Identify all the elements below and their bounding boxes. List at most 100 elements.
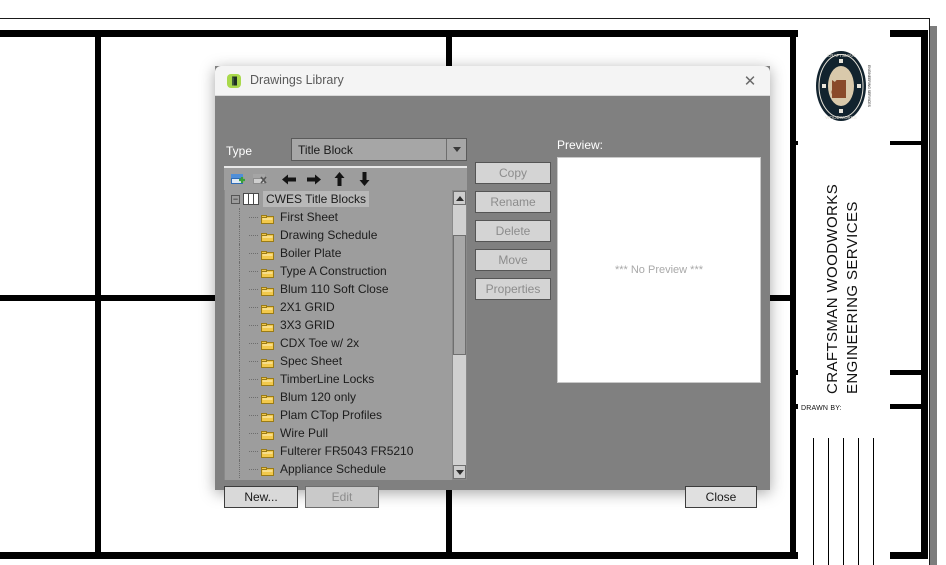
tree-guide-line — [239, 460, 240, 478]
tree-item-label: Drawing Schedule — [280, 228, 377, 242]
chevron-down-icon[interactable] — [446, 139, 466, 160]
tree-item-label: TimberLine Locks — [280, 372, 374, 386]
tree-item[interactable]: Fulterer FR5043 FR5210 — [225, 442, 452, 460]
tree-guide-dash — [249, 253, 258, 254]
svg-text:WOODWORKS: WOODWORKS — [825, 115, 857, 120]
tree-guide-line — [239, 406, 240, 424]
titleblock-company-cell: CRAFTSMAN WOODWORKS ENGINEERING SERVICES — [798, 142, 890, 402]
titleblock-logo-cell: CRAFTSMAN WOODWORKS ENGINEERING SERVICES — [798, 30, 890, 142]
arrow-down-icon[interactable] — [355, 170, 373, 188]
folder-icon — [261, 231, 274, 240]
tree-item[interactable]: 2X1 GRID — [225, 298, 452, 316]
dialog-body: Type Title Block — [215, 96, 770, 490]
svg-text:CRAFTSMAN: CRAFTSMAN — [827, 53, 855, 58]
tree-guide-dash — [249, 307, 258, 308]
close-icon[interactable]: ✕ — [738, 70, 762, 92]
tree-item[interactable]: Blum 110 Soft Close — [225, 280, 452, 298]
tree-item[interactable]: Wire Pull — [225, 424, 452, 442]
drawings-tree[interactable]: − CWES Title Blocks First Sheet Drawing S… — [224, 190, 452, 480]
frame-line-top — [0, 30, 928, 37]
folder-icon — [261, 285, 274, 294]
tree-item[interactable]: Spec Sheet — [225, 352, 452, 370]
tree-guide-line — [239, 442, 240, 460]
tree-item-label: 2X1 GRID — [280, 300, 335, 314]
tree-guide-line — [239, 334, 240, 352]
folder-icon — [261, 429, 274, 438]
new-library-icon[interactable] — [230, 171, 246, 187]
frame-line-bottom — [0, 552, 928, 559]
tree-root-label: CWES Title Blocks — [263, 191, 369, 207]
folder-icon — [261, 249, 274, 258]
tree-item-label: Wire Pull — [280, 426, 328, 440]
tree-guide-dash — [249, 397, 258, 398]
titleblock-left-border — [790, 30, 796, 559]
tree-item-label: Type A Construction — [280, 264, 387, 278]
tree-item-label: Plam CTop Profiles — [280, 408, 382, 422]
arrow-right-icon[interactable] — [305, 170, 323, 188]
tree-item[interactable]: Blum 120 only — [225, 388, 452, 406]
tree-guide-dash — [249, 235, 258, 236]
tree-guide-dash — [249, 289, 258, 290]
tree-scrollbar[interactable] — [452, 190, 467, 480]
scrollbar-thumb[interactable] — [453, 235, 466, 355]
type-dropdown-value: Title Block — [298, 143, 353, 157]
arrow-left-icon[interactable] — [280, 170, 298, 188]
titleblock: CRAFTSMAN WOODWORKS ENGINEERING SERVICES… — [798, 30, 890, 560]
tree-item-label: First Sheet — [280, 210, 338, 224]
column-divider — [873, 438, 874, 565]
tree-item-label: Appliance Schedule — [280, 462, 386, 476]
tree-item[interactable]: 3X3 GRID — [225, 316, 452, 334]
tree-item-label: Spec Sheet — [280, 354, 342, 368]
tree-guide-line — [239, 244, 240, 262]
folder-icon — [261, 465, 274, 474]
delete-library-icon[interactable] — [252, 171, 268, 187]
tree-item[interactable]: Plam CTop Profiles — [225, 406, 452, 424]
tree-guide-line — [239, 280, 240, 298]
tree-guide-line — [239, 388, 240, 406]
tree-guide-line — [239, 370, 240, 388]
folder-icon — [261, 357, 274, 366]
close-button[interactable]: Close — [685, 486, 757, 508]
tree-guide-dash — [249, 271, 258, 272]
tree-item-label: Boiler Plate — [280, 246, 341, 260]
tree-item[interactable]: Drawing Schedule — [225, 226, 452, 244]
tree-item-label: 3X3 GRID — [280, 318, 335, 332]
column-divider — [813, 438, 814, 565]
dialog-title: Drawings Library — [250, 73, 344, 87]
column-divider — [828, 438, 829, 565]
preview-label: Preview: — [557, 138, 603, 152]
titleblock-drawnby-cell: DRAWN BY: — [798, 402, 890, 438]
folder-icon — [261, 213, 274, 222]
svg-text:ENGINEERING SERVICES: ENGINEERING SERVICES — [867, 65, 871, 108]
tree-item[interactable]: Boiler Plate — [225, 244, 452, 262]
company-name-line2: ENGINEERING SERVICES — [844, 201, 861, 394]
tree-guide-line — [239, 298, 240, 316]
copy-button: Copy — [475, 162, 551, 184]
tree-item[interactable]: First Sheet — [225, 208, 452, 226]
arrow-up-icon[interactable] — [330, 170, 348, 188]
tree-item[interactable]: TimberLine Locks — [225, 370, 452, 388]
sheet-outer-margin — [937, 26, 946, 565]
new-button[interactable]: New... — [224, 486, 298, 508]
scroll-up-icon[interactable] — [453, 191, 466, 205]
tree-item-label: Fulterer FR5043 FR5210 — [280, 444, 413, 458]
tree-root-node[interactable]: − CWES Title Blocks — [225, 190, 452, 208]
tree-guide-line — [239, 208, 240, 226]
tree-guide-dash — [249, 379, 258, 380]
sheet-edge-shadow — [930, 26, 937, 565]
tree-item[interactable]: Appliance Schedule — [225, 460, 452, 478]
tree-item[interactable]: CDX Toe w/ 2x — [225, 334, 452, 352]
scroll-down-icon[interactable] — [453, 465, 466, 479]
tree-item[interactable]: Type A Construction — [225, 262, 452, 280]
collapse-expander-icon[interactable]: − — [231, 195, 240, 204]
type-dropdown[interactable]: Title Block — [291, 138, 467, 161]
company-name-line1: CRAFTSMAN WOODWORKS — [824, 184, 841, 394]
tree-guide-dash — [249, 451, 258, 452]
folder-icon — [261, 339, 274, 348]
folder-icon — [261, 411, 274, 420]
dialog-titlebar[interactable]: Drawings Library ✕ — [215, 66, 770, 96]
type-label: Type — [226, 144, 252, 158]
craftsman-woodworks-badge-logo: CRAFTSMAN WOODWORKS ENGINEERING SERVICES — [814, 46, 872, 126]
tree-toolbar — [224, 166, 467, 190]
folder-icon — [261, 267, 274, 276]
